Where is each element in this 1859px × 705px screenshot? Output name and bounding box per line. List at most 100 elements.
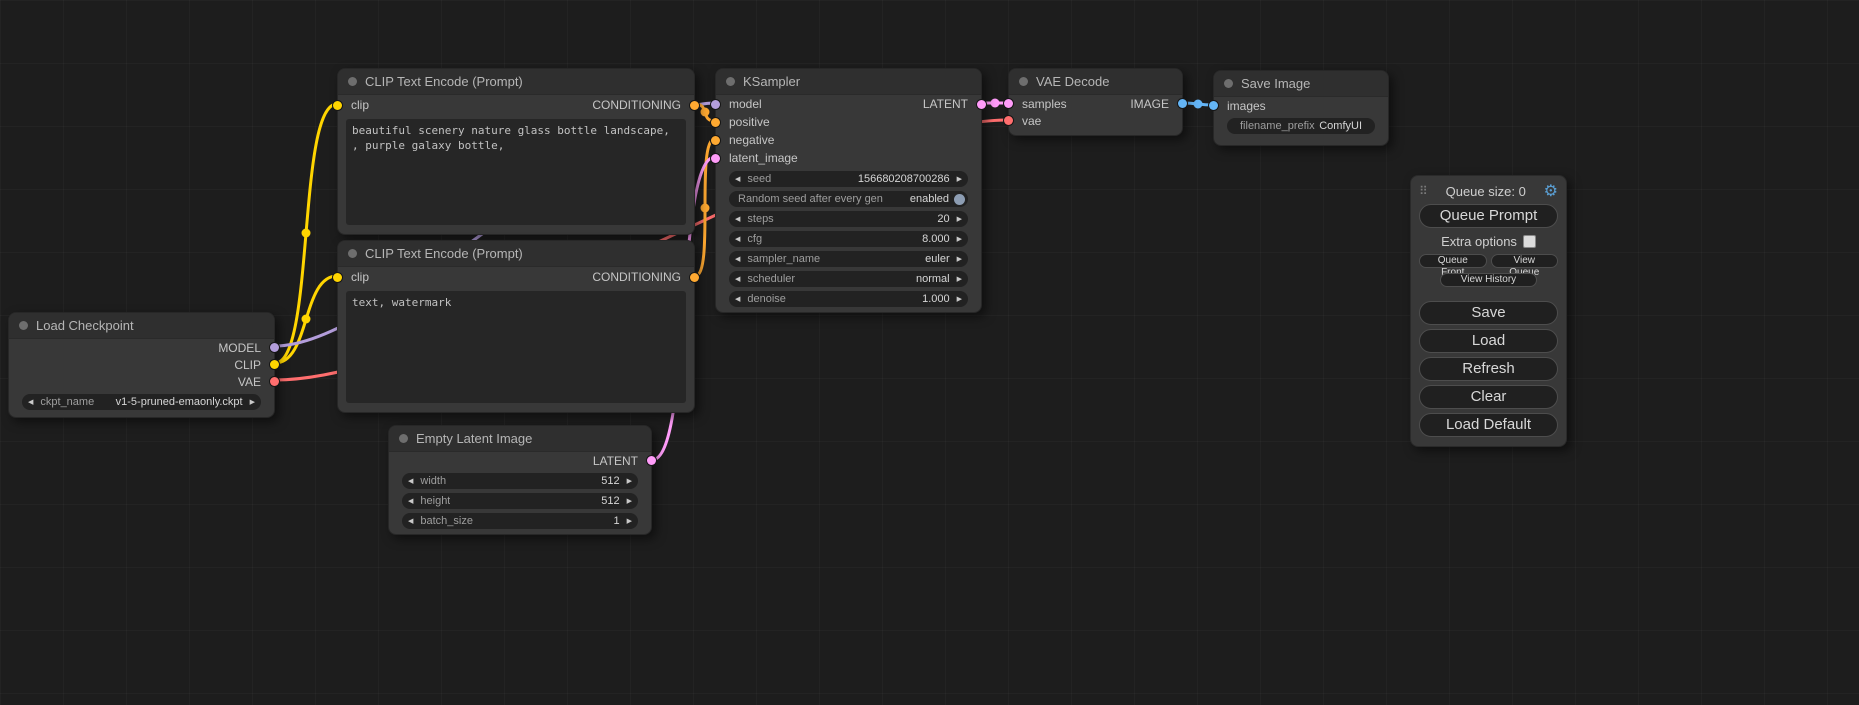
increment-arrow-icon[interactable]: ▶ xyxy=(627,478,632,485)
widget-value: 1 xyxy=(613,515,619,527)
node-ksampler[interactable]: KSampler model LATENT positive negative … xyxy=(715,68,982,313)
widget-value: ComfyUI xyxy=(1319,120,1362,132)
refresh-button[interactable]: Refresh xyxy=(1419,357,1558,381)
node-clip-text-encode-positive[interactable]: CLIP Text Encode (Prompt) clip CONDITION… xyxy=(337,68,695,235)
sampler-name-widget[interactable]: ◀ sampler_name euler ▶ xyxy=(729,251,968,267)
increment-arrow-icon[interactable]: ▶ xyxy=(627,498,632,505)
node-title: CLIP Text Encode (Prompt) xyxy=(365,246,523,261)
decrement-arrow-icon[interactable]: ◀ xyxy=(735,176,740,183)
increment-arrow-icon[interactable]: ▶ xyxy=(957,256,962,263)
cfg-widget[interactable]: ◀ cfg 8.000 ▶ xyxy=(729,231,968,247)
conditioning-output-port[interactable] xyxy=(690,273,699,282)
wire-midpoint-dot xyxy=(302,229,311,238)
filename-prefix-widget[interactable]: filename_prefix ComfyUI xyxy=(1227,118,1375,134)
decrement-arrow-icon[interactable]: ◀ xyxy=(735,256,740,263)
model-output-port[interactable] xyxy=(270,343,279,352)
random-seed-toggle-widget[interactable]: Random seed after every gen enabled xyxy=(729,191,968,207)
decrement-arrow-icon[interactable]: ◀ xyxy=(735,276,740,283)
batch-size-widget[interactable]: ◀ batch_size 1 ▶ xyxy=(402,513,638,529)
decrement-arrow-icon[interactable]: ◀ xyxy=(28,399,33,406)
load-button[interactable]: Load xyxy=(1419,329,1558,353)
slot-label: MODEL xyxy=(218,341,261,355)
output-slot-conditioning: CONDITIONING xyxy=(516,95,694,115)
samples-input-port[interactable] xyxy=(1004,99,1013,108)
slot-label: images xyxy=(1227,99,1266,113)
node-header[interactable]: VAE Decode xyxy=(1009,69,1182,95)
node-vae-decode[interactable]: VAE Decode samples IMAGE vae xyxy=(1008,68,1183,136)
node-save-image[interactable]: Save Image images filename_prefix ComfyU… xyxy=(1213,70,1389,146)
collapse-toggle-icon[interactable] xyxy=(19,321,28,330)
widget-value: 512 xyxy=(601,475,619,487)
settings-gear-icon[interactable]: ⚙ xyxy=(1544,181,1558,201)
scheduler-widget[interactable]: ◀ scheduler normal ▶ xyxy=(729,271,968,287)
view-history-button[interactable]: View History xyxy=(1440,273,1537,287)
queue-front-button[interactable]: Queue Front xyxy=(1419,254,1487,268)
decrement-arrow-icon[interactable]: ◀ xyxy=(735,296,740,303)
clip-input-port[interactable] xyxy=(333,101,342,110)
images-input-port[interactable] xyxy=(1209,101,1218,110)
collapse-toggle-icon[interactable] xyxy=(348,249,357,258)
latent-output-port[interactable] xyxy=(977,100,986,109)
decrement-arrow-icon[interactable]: ◀ xyxy=(735,216,740,223)
steps-widget[interactable]: ◀ steps 20 ▶ xyxy=(729,211,968,227)
decrement-arrow-icon[interactable]: ◀ xyxy=(408,518,413,525)
image-output-port[interactable] xyxy=(1178,99,1187,108)
ckpt-name-widget[interactable]: ◀ ckpt_name v1-5-pruned-emaonly.ckpt ▶ xyxy=(22,394,261,410)
node-header[interactable]: CLIP Text Encode (Prompt) xyxy=(338,241,694,267)
width-widget[interactable]: ◀ width 512 ▶ xyxy=(402,473,638,489)
node-empty-latent-image[interactable]: Empty Latent Image LATENT ◀ width 512 ▶ … xyxy=(388,425,652,535)
collapse-toggle-icon[interactable] xyxy=(726,77,735,86)
node-load-checkpoint[interactable]: Load Checkpoint MODEL CLIP VAE ◀ ckpt_na… xyxy=(8,312,275,418)
collapse-toggle-icon[interactable] xyxy=(1019,77,1028,86)
widget-label: filename_prefix xyxy=(1240,120,1315,132)
input-slot-positive: positive xyxy=(716,113,981,131)
positive-input-port[interactable] xyxy=(711,118,720,127)
prompt-textarea[interactable]: text, watermark xyxy=(346,291,686,403)
extra-options-checkbox[interactable] xyxy=(1523,235,1536,248)
decrement-arrow-icon[interactable]: ◀ xyxy=(408,498,413,505)
toggle-indicator-icon[interactable] xyxy=(954,194,965,205)
load-default-button[interactable]: Load Default xyxy=(1419,413,1558,437)
decrement-arrow-icon[interactable]: ◀ xyxy=(408,478,413,485)
collapse-toggle-icon[interactable] xyxy=(348,77,357,86)
increment-arrow-icon[interactable]: ▶ xyxy=(250,399,255,406)
collapse-toggle-icon[interactable] xyxy=(399,434,408,443)
increment-arrow-icon[interactable]: ▶ xyxy=(957,176,962,183)
clear-button[interactable]: Clear xyxy=(1419,385,1558,409)
increment-arrow-icon[interactable]: ▶ xyxy=(957,236,962,243)
negative-input-port[interactable] xyxy=(711,136,720,145)
clip-input-port[interactable] xyxy=(333,273,342,282)
node-graph-canvas[interactable]: Load Checkpoint MODEL CLIP VAE ◀ ckpt_na… xyxy=(0,0,1859,705)
collapse-toggle-icon[interactable] xyxy=(1224,79,1233,88)
save-button[interactable]: Save xyxy=(1419,301,1558,325)
clip-output-port[interactable] xyxy=(270,360,279,369)
output-slot-latent: LATENT xyxy=(389,452,651,469)
vae-output-port[interactable] xyxy=(270,377,279,386)
height-widget[interactable]: ◀ height 512 ▶ xyxy=(402,493,638,509)
node-header[interactable]: Save Image xyxy=(1214,71,1388,97)
view-queue-button[interactable]: View Queue xyxy=(1491,254,1559,268)
node-clip-text-encode-negative[interactable]: CLIP Text Encode (Prompt) clip CONDITION… xyxy=(337,240,695,413)
widget-label: denoise xyxy=(747,293,786,305)
vae-input-port[interactable] xyxy=(1004,116,1013,125)
wire-clip-to-positive-prompt xyxy=(275,104,337,363)
latent-image-input-port[interactable] xyxy=(711,154,720,163)
denoise-widget[interactable]: ◀ denoise 1.000 ▶ xyxy=(729,291,968,307)
drag-handle-icon[interactable]: ⠿ xyxy=(1419,184,1428,198)
conditioning-output-port[interactable] xyxy=(690,101,699,110)
prompt-textarea[interactable]: beautiful scenery nature glass bottle la… xyxy=(346,119,686,225)
increment-arrow-icon[interactable]: ▶ xyxy=(957,296,962,303)
increment-arrow-icon[interactable]: ▶ xyxy=(627,518,632,525)
model-input-port[interactable] xyxy=(711,100,720,109)
node-header[interactable]: Load Checkpoint xyxy=(9,313,274,339)
node-header[interactable]: KSampler xyxy=(716,69,981,95)
queue-prompt-button[interactable]: Queue Prompt xyxy=(1419,204,1558,228)
node-header[interactable]: Empty Latent Image xyxy=(389,426,651,452)
increment-arrow-icon[interactable]: ▶ xyxy=(957,216,962,223)
decrement-arrow-icon[interactable]: ◀ xyxy=(735,236,740,243)
increment-arrow-icon[interactable]: ▶ xyxy=(957,276,962,283)
seed-widget[interactable]: ◀ seed 156680208700286 ▶ xyxy=(729,171,968,187)
node-header[interactable]: CLIP Text Encode (Prompt) xyxy=(338,69,694,95)
latent-output-port[interactable] xyxy=(647,456,656,465)
node-title: Save Image xyxy=(1241,76,1310,91)
